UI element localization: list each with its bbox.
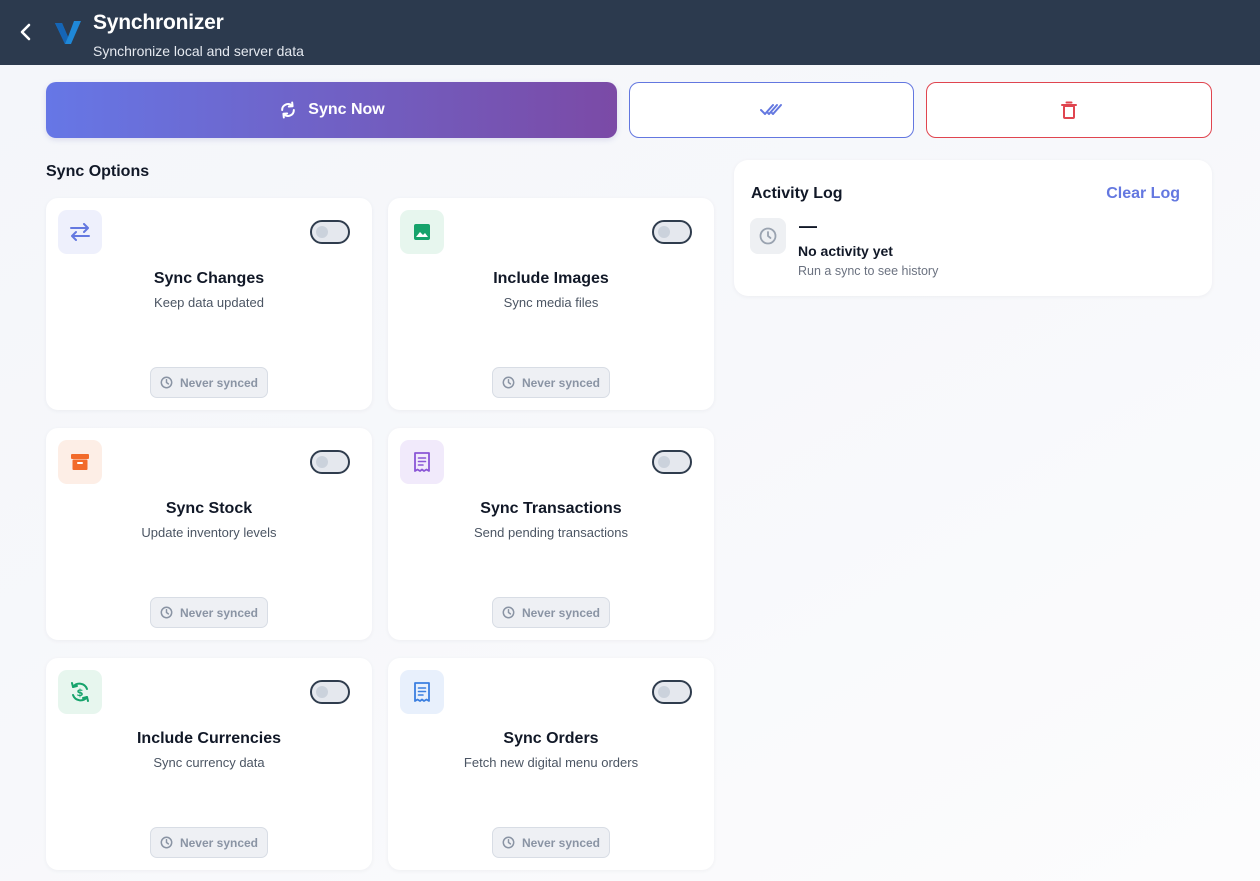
chevron-left-icon bbox=[20, 23, 31, 41]
sync-changes-toggle[interactable] bbox=[310, 220, 350, 244]
card-icon-box: $ bbox=[58, 670, 102, 714]
status-text: Never synced bbox=[179, 835, 259, 850]
sync-now-label: Sync Now bbox=[308, 101, 385, 118]
sync-option-card-changes: Sync Changes Keep data updated Never syn… bbox=[46, 198, 372, 410]
svg-text:$: $ bbox=[77, 688, 84, 699]
sync-option-card-images: Include Images Sync media files Never sy… bbox=[388, 198, 714, 410]
sync-option-card-orders: Sync Orders Fetch new digital menu order… bbox=[388, 658, 714, 870]
mark-all-button[interactable] bbox=[629, 82, 914, 138]
clock-icon bbox=[759, 227, 777, 245]
status-badge: Never synced bbox=[150, 827, 268, 858]
log-entry-dash: — bbox=[799, 216, 817, 236]
log-empty-subtitle: Run a sync to see history bbox=[798, 264, 939, 278]
clear-log-button[interactable]: Clear Log bbox=[1106, 185, 1180, 203]
card-title: Sync Orders bbox=[503, 730, 599, 747]
status-badge: Never synced bbox=[492, 827, 610, 858]
include-images-toggle[interactable] bbox=[652, 220, 692, 244]
card-icon-box bbox=[400, 670, 444, 714]
sync-now-button[interactable]: Sync Now bbox=[46, 82, 617, 138]
sync-icon bbox=[281, 101, 296, 119]
status-text: Never synced bbox=[179, 375, 259, 390]
trash-icon bbox=[1061, 101, 1077, 119]
archive-box-icon bbox=[71, 454, 89, 470]
clock-icon bbox=[160, 836, 173, 849]
sync-stock-toggle[interactable] bbox=[310, 450, 350, 474]
order-receipt-icon bbox=[414, 682, 430, 702]
activity-log-title: Activity Log bbox=[751, 185, 843, 202]
page-title: Synchronizer bbox=[93, 11, 224, 34]
status-text: Never synced bbox=[521, 605, 601, 620]
status-text: Never synced bbox=[179, 605, 259, 620]
delete-button[interactable] bbox=[926, 82, 1212, 138]
currency-sync-icon: $ bbox=[71, 682, 89, 702]
card-description: Send pending transactions bbox=[474, 525, 628, 540]
sync-orders-toggle[interactable] bbox=[652, 680, 692, 704]
clock-icon bbox=[502, 836, 515, 849]
card-title: Sync Changes bbox=[153, 270, 265, 287]
card-title: Sync Stock bbox=[165, 500, 253, 517]
card-description: Update inventory levels bbox=[141, 525, 277, 540]
card-description: Keep data updated bbox=[154, 295, 264, 310]
receipt-icon bbox=[414, 452, 430, 472]
card-icon-box bbox=[400, 440, 444, 484]
card-description: Fetch new digital menu orders bbox=[463, 755, 639, 770]
image-icon bbox=[414, 224, 430, 240]
back-button[interactable] bbox=[12, 18, 40, 46]
include-currencies-toggle[interactable] bbox=[310, 680, 350, 704]
log-empty-title: No activity yet bbox=[798, 243, 893, 259]
clock-icon bbox=[502, 376, 515, 389]
status-text: Never synced bbox=[521, 375, 601, 390]
clock-icon bbox=[160, 606, 173, 619]
card-title: Sync Transactions bbox=[480, 500, 622, 517]
card-title: Include Images bbox=[493, 270, 609, 287]
clock-icon bbox=[502, 606, 515, 619]
activity-log-panel: Activity Log Clear Log — No activity yet… bbox=[734, 160, 1212, 296]
sync-option-card-transactions: Sync Transactions Send pending transacti… bbox=[388, 428, 714, 640]
swap-arrows-icon bbox=[70, 223, 90, 241]
card-title: Include Currencies bbox=[136, 730, 282, 747]
status-badge: Never synced bbox=[150, 367, 268, 398]
card-icon-box bbox=[400, 210, 444, 254]
status-badge: Never synced bbox=[150, 597, 268, 628]
sync-option-card-currencies: $ Include Currencies Sync currency data … bbox=[46, 658, 372, 870]
status-badge: Never synced bbox=[492, 367, 610, 398]
card-description: Sync media files bbox=[503, 295, 599, 310]
app-header: Synchronizer Synchronize local and serve… bbox=[0, 0, 1260, 65]
sync-options-title: Sync Options bbox=[46, 163, 150, 180]
double-check-icon bbox=[759, 104, 782, 115]
app-logo-icon bbox=[55, 21, 81, 44]
sync-option-card-stock: Sync Stock Update inventory levels Never… bbox=[46, 428, 372, 640]
clock-icon bbox=[160, 376, 173, 389]
page-subtitle: Synchronize local and server data bbox=[93, 43, 304, 59]
log-entry-icon-box bbox=[750, 218, 786, 254]
status-badge: Never synced bbox=[492, 597, 610, 628]
status-text: Never synced bbox=[521, 835, 601, 850]
sync-transactions-toggle[interactable] bbox=[652, 450, 692, 474]
card-description: Sync currency data bbox=[153, 755, 265, 770]
card-icon-box bbox=[58, 210, 102, 254]
card-icon-box bbox=[58, 440, 102, 484]
